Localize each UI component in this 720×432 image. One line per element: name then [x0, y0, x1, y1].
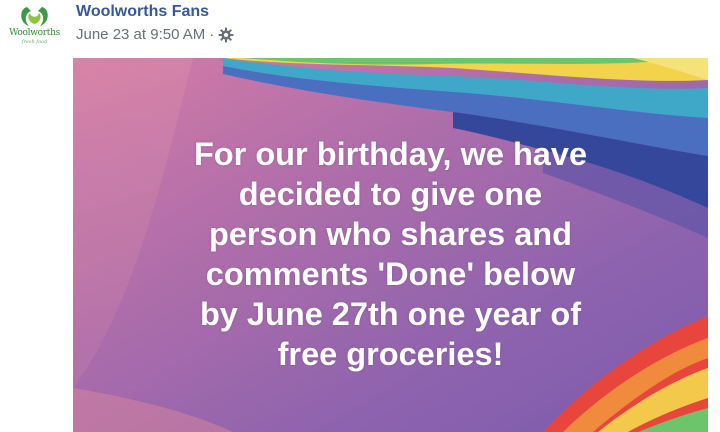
- image-text-line: decided to give one: [238, 176, 543, 212]
- page-name-link[interactable]: Woolworths Fans: [76, 3, 209, 21]
- post-image[interactable]: For our birthday, we have decided to giv…: [73, 58, 708, 432]
- post-image-text: For our birthday, we have decided to giv…: [73, 134, 708, 374]
- image-text-line: person who shares and: [208, 216, 572, 252]
- page-avatar[interactable]: Woolworths fresh food: [7, 3, 62, 47]
- post-timestamp[interactable]: June 23 at 9:50 AM: [76, 26, 205, 43]
- facebook-post: Woolworths fresh food Woolworths Fans Ju…: [0, 0, 720, 432]
- image-text-line: comments 'Done' below: [205, 256, 576, 292]
- image-text-line: For our birthday, we have: [193, 136, 588, 172]
- post-meta: June 23 at 9:50 AM ·: [76, 25, 234, 43]
- post-header: Woolworths fresh food Woolworths Fans Ju…: [0, 0, 720, 58]
- gear-icon[interactable]: [218, 27, 234, 43]
- avatar-logo-text: Woolworths: [9, 28, 60, 38]
- image-text-line: by June 27th one year of: [199, 296, 582, 332]
- meta-separator: ·: [209, 25, 215, 43]
- avatar-tagline: fresh food: [21, 39, 48, 45]
- woolworths-logo-icon: [21, 7, 48, 26]
- image-text-line: free groceries!: [277, 336, 504, 372]
